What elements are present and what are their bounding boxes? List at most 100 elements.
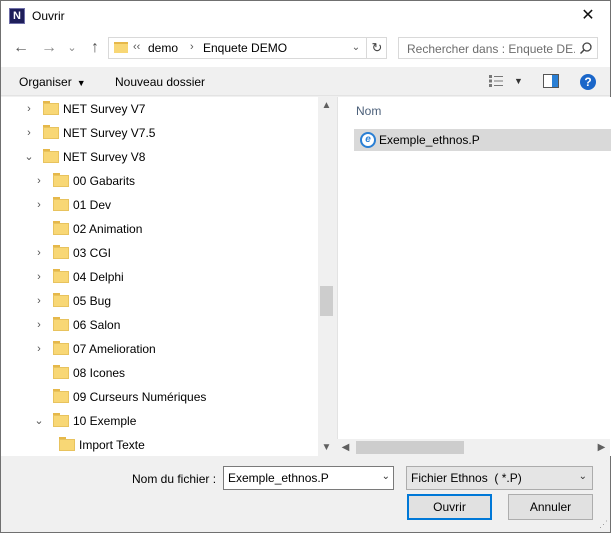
folder-icon: [43, 149, 59, 163]
forward-arrow-icon[interactable]: →: [39, 37, 59, 59]
command-toolbar: Organiser ▼ Nouveau dossier ▼ ?: [1, 67, 610, 96]
folder-icon: [53, 389, 69, 403]
tree-item-label: 06 Salon: [73, 318, 121, 332]
folder-icon: [53, 317, 69, 331]
folder-icon: [53, 413, 69, 427]
cancel-button[interactable]: Annuler: [508, 494, 593, 520]
scroll-up-icon[interactable]: ▲: [318, 97, 335, 114]
scroll-right-icon[interactable]: ▶: [593, 439, 610, 456]
folder-icon: [59, 437, 75, 451]
file-type-select[interactable]: Fichier Ethnos ( *.P) ⌄: [406, 466, 593, 490]
help-icon[interactable]: ?: [580, 74, 596, 90]
chevron-down-icon[interactable]: ⌄: [23, 150, 35, 164]
tree-item-label: 08 Icones: [73, 366, 126, 380]
chevron-right-icon[interactable]: ›: [33, 198, 45, 212]
chevron-down-icon[interactable]: ⌄: [33, 414, 45, 428]
chevron-right-icon[interactable]: ›: [33, 342, 45, 356]
ethnos-file-icon: e: [360, 132, 376, 148]
filename-value[interactable]: Exemple_ethnos.P: [228, 471, 329, 485]
navigation-tree: › NET Survey V7 › NET Survey V7.5 ⌄ NET Surve…: [1, 97, 334, 456]
folder-icon: [53, 269, 69, 283]
address-bar[interactable]: ‹‹ demo › Enquete DEMO ⌄ ↻: [108, 37, 387, 59]
folder-icon: [114, 42, 128, 53]
tree-item[interactable]: › 00 Gabarits: [1, 169, 318, 193]
tree-item-label: 03 CGI: [73, 246, 112, 260]
tree-item-label: 09 Curseurs Numériques: [73, 390, 207, 404]
folder-icon: [53, 173, 69, 187]
tree-item[interactable]: › NET Survey V7.5: [1, 121, 318, 145]
chevron-right-icon[interactable]: ›: [23, 126, 35, 140]
filename-dropdown-icon[interactable]: ⌄: [382, 471, 390, 482]
folder-icon: [53, 221, 69, 235]
tree-item[interactable]: › 04 Delphi: [1, 265, 318, 289]
scroll-left-icon[interactable]: ◀: [337, 439, 354, 456]
filename-label: Nom du fichier :: [132, 472, 216, 486]
tree-item-label: 02 Animation: [73, 222, 143, 236]
breadcrumb-enquete-demo[interactable]: Enquete DEMO: [203, 41, 287, 55]
tree-item-label: 04 Delphi: [73, 270, 124, 284]
preview-pane-icon[interactable]: [543, 74, 559, 88]
chevron-right-icon[interactable]: ›: [33, 318, 45, 332]
file-list-horizontal-scrollbar[interactable]: ◀ ▶: [337, 439, 610, 456]
up-arrow-icon[interactable]: ↑: [85, 37, 105, 59]
folder-icon: [53, 197, 69, 211]
folder-icon: [53, 293, 69, 307]
filename-label-text: Nom du fichier :: [132, 472, 217, 486]
tree-item[interactable]: 02 Animation: [1, 217, 318, 241]
chevron-right-icon[interactable]: ›: [33, 246, 45, 260]
address-dropdown-icon[interactable]: ⌄: [347, 38, 365, 58]
new-folder-button[interactable]: Nouveau dossier: [115, 75, 205, 89]
close-button[interactable]: ✕: [566, 1, 610, 31]
chevron-right-icon[interactable]: ›: [33, 294, 45, 308]
filename-input[interactable]: Exemple_ethnos.P ⌄: [223, 466, 394, 490]
chevron-right-icon[interactable]: ›: [33, 174, 45, 188]
tree-item[interactable]: › 01 Dev: [1, 193, 318, 217]
tree-vertical-scrollbar[interactable]: ▲ ▼: [318, 97, 335, 456]
scroll-thumb[interactable]: [320, 286, 333, 316]
refresh-icon[interactable]: ↻: [366, 38, 387, 58]
search-placeholder[interactable]: Rechercher dans : Enquete DE...: [407, 42, 575, 56]
recent-locations-icon[interactable]: ⌄: [65, 37, 79, 59]
search-box[interactable]: Rechercher dans : Enquete DE...: [398, 37, 598, 59]
breadcrumb-demo[interactable]: demo: [148, 41, 178, 55]
app-icon: N: [9, 8, 25, 24]
tree-item-label: 01 Dev: [73, 198, 112, 212]
tree-item-label: 10 Exemple: [73, 414, 137, 428]
tree-item[interactable]: › NET Survey V7: [1, 97, 318, 121]
breadcrumb-separator[interactable]: ›: [190, 41, 194, 53]
chevron-right-icon[interactable]: ›: [23, 102, 35, 116]
folder-icon: [53, 365, 69, 379]
tree-item[interactable]: 08 Icones: [1, 361, 318, 385]
back-arrow-icon[interactable]: ←: [11, 37, 31, 59]
chevron-right-icon[interactable]: ›: [33, 270, 45, 284]
open-button[interactable]: Ouvrir: [407, 494, 492, 520]
chevron-down-icon: ▼: [76, 78, 86, 88]
tree-item[interactable]: › 03 CGI: [1, 241, 318, 265]
tree-item-label: NET Survey V8: [63, 150, 146, 164]
window-title: Ouvrir: [32, 9, 65, 23]
view-dropdown-icon[interactable]: ▼: [514, 76, 523, 86]
tree-item[interactable]: ⌄ NET Survey V8: [1, 145, 318, 169]
open-dialog: N Ouvrir ✕ ← → ⌄ ↑ ‹‹ demo › Enquete DEM…: [0, 0, 611, 533]
folder-icon: [53, 341, 69, 355]
tree-item-label: 05 Bug: [73, 294, 112, 308]
tree-item[interactable]: › 05 Bug: [1, 289, 318, 313]
tree-item[interactable]: › 07 Amelioration: [1, 337, 318, 361]
tree-item[interactable]: › 06 Salon: [1, 313, 318, 337]
tree-item[interactable]: 09 Curseurs Numériques: [1, 385, 318, 409]
tree-item[interactable]: ⌄ 10 Exemple: [1, 409, 318, 433]
scroll-down-icon[interactable]: ▼: [318, 439, 335, 456]
tree-item-label: NET Survey V7.5: [63, 126, 156, 140]
resize-grip-icon[interactable]: ⋰: [599, 519, 608, 530]
file-type-dropdown-icon[interactable]: ⌄: [579, 471, 587, 482]
tree-item[interactable]: Import Texte: [1, 433, 318, 456]
search-icon[interactable]: [579, 41, 593, 55]
file-list: Nom e Exemple_ethnos.P: [337, 97, 611, 456]
file-row[interactable]: e Exemple_ethnos.P: [354, 129, 611, 151]
file-type-value[interactable]: Fichier Ethnos ( *.P): [411, 471, 522, 485]
organize-button[interactable]: Organiser ▼: [19, 75, 86, 89]
hscroll-thumb[interactable]: [356, 441, 464, 454]
column-header-name[interactable]: Nom: [356, 104, 381, 118]
breadcrumb-overflow[interactable]: ‹‹: [133, 41, 140, 53]
view-options-icon[interactable]: [488, 74, 504, 88]
